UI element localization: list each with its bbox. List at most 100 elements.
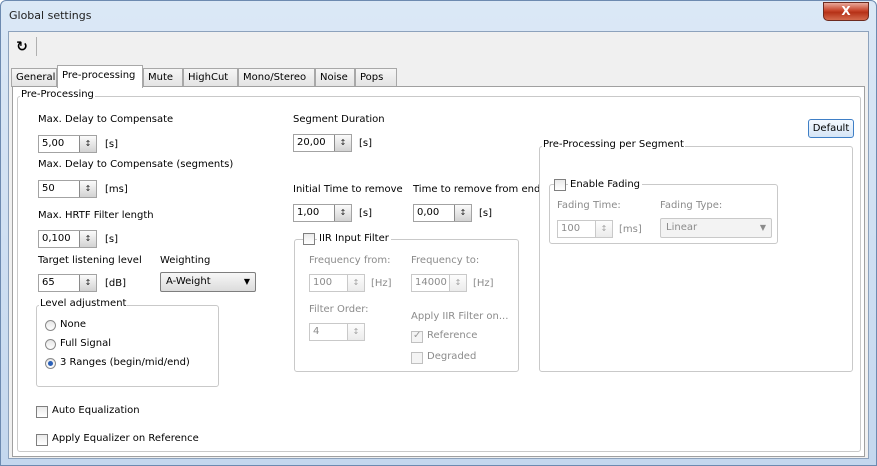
tab-noise[interactable]: Noise	[315, 68, 355, 87]
tab-highcut[interactable]: HighCut	[183, 68, 238, 87]
hrtf-unit: [s]	[105, 234, 119, 245]
apply-equalizer-label: Apply Equalizer on Reference	[52, 433, 199, 444]
toolbar-separator	[36, 37, 37, 56]
radio-none[interactable]	[45, 320, 56, 331]
radio-full-signal-label: Full Signal	[60, 338, 111, 349]
hrtf-label: Max. HRTF Filter length	[38, 210, 154, 221]
auto-equalization-checkbox[interactable]	[36, 406, 48, 418]
radio-3-ranges[interactable]	[45, 358, 56, 369]
fading-time-label: Fading Time:	[557, 200, 621, 211]
tab-pops[interactable]: Pops	[355, 68, 397, 87]
refresh-icon[interactable]: ↻	[13, 38, 31, 56]
filter-order-input[interactable]: 4 ↕	[309, 323, 365, 341]
weighting-dropdown[interactable]: A-Weight ▼	[160, 272, 256, 292]
target-level-label: Target listening level	[38, 255, 142, 266]
frequency-to-input[interactable]: 14000 ↕	[411, 274, 467, 292]
frequency-from-unit: [Hz]	[371, 278, 392, 289]
radio-full-signal[interactable]	[45, 339, 56, 350]
initial-time-label: Initial Time to remove	[293, 184, 403, 195]
degraded-checkbox[interactable]	[411, 352, 423, 364]
time-end-value: 0,00	[417, 207, 440, 218]
segment-duration-unit: [s]	[359, 138, 373, 149]
fading-time-unit: [ms]	[619, 224, 642, 235]
degraded-label: Degraded	[427, 351, 477, 362]
frequency-to-label: Frequency to:	[411, 255, 480, 266]
time-end-input[interactable]: 0,00 ↕	[413, 204, 472, 222]
toolbar: ↻	[9, 32, 868, 62]
spin-arrows-icon[interactable]: ↕	[79, 275, 96, 291]
spin-arrows-icon[interactable]: ↕	[449, 275, 466, 291]
pre-processing-panel: Pre-Processing Max. Delay to Compensate …	[12, 86, 865, 457]
fading-time-value: 100	[561, 223, 581, 234]
max-delay-segments-value: 50	[42, 183, 55, 194]
time-end-label: Time to remove from end	[413, 184, 541, 195]
max-delay-label: Max. Delay to Compensate	[38, 114, 174, 125]
weighting-value: A-Weight	[166, 276, 211, 287]
window-title: Global settings	[9, 9, 92, 22]
max-delay-input[interactable]: 5,00 ↕	[38, 135, 97, 153]
spin-arrows-icon[interactable]: ↕	[79, 231, 96, 247]
radio-none-label: None	[60, 319, 87, 330]
frequency-from-label: Frequency from:	[309, 255, 391, 266]
default-button[interactable]: Default	[808, 119, 854, 138]
spin-arrows-icon[interactable]: ↕	[595, 221, 612, 237]
filter-order-value: 4	[313, 326, 320, 337]
per-segment-title: Pre-Processing per Segment	[542, 139, 685, 150]
filter-order-label: Filter Order:	[309, 304, 369, 315]
tab-mute[interactable]: Mute	[143, 68, 183, 87]
tab-general[interactable]: General	[11, 68, 57, 87]
max-delay-segments-input[interactable]: 50 ↕	[38, 180, 97, 198]
fading-type-label: Fading Type:	[660, 200, 723, 211]
level-adjustment-title: Level adjustment	[39, 298, 128, 309]
initial-time-input[interactable]: 1,00 ↕	[293, 204, 352, 222]
spin-arrows-icon[interactable]: ↕	[334, 135, 351, 151]
segment-duration-label: Segment Duration	[293, 114, 385, 125]
tab-pre-processing[interactable]: Pre-processing	[57, 65, 143, 88]
fading-time-input[interactable]: 100 ↕	[557, 220, 613, 238]
max-delay-unit: [s]	[105, 139, 119, 150]
fading-type-value: Linear	[666, 222, 698, 233]
spin-arrows-icon[interactable]: ↕	[334, 205, 351, 221]
auto-equalization-label: Auto Equalization	[52, 405, 140, 416]
radio-3-ranges-label: 3 Ranges (begin/mid/end)	[60, 357, 190, 368]
spin-arrows-icon[interactable]: ↕	[347, 324, 364, 340]
max-delay-segments-label: Max. Delay to Compensate (segments)	[38, 159, 234, 170]
dropdown-arrow-icon: ▼	[243, 277, 250, 286]
target-level-input[interactable]: 65 ↕	[38, 274, 97, 292]
iir-filter-checkbox[interactable]	[303, 233, 315, 245]
spin-arrows-icon[interactable]: ↕	[347, 275, 364, 291]
fading-type-dropdown[interactable]: Linear ▼	[660, 218, 772, 238]
frequency-from-input[interactable]: 100 ↕	[309, 274, 365, 292]
hrtf-value: 0,100	[42, 233, 71, 244]
apply-iir-label: Apply IIR Filter on...	[411, 311, 509, 322]
settings-window: Global settings X ↻ General Pre-processi…	[0, 0, 877, 466]
weighting-label: Weighting	[160, 255, 211, 266]
reference-label: Reference	[427, 330, 478, 341]
spin-arrows-icon[interactable]: ↕	[454, 205, 471, 221]
max-delay-value: 5,00	[42, 138, 65, 149]
segment-duration-value: 20,00	[297, 137, 326, 148]
close-button[interactable]: X	[823, 2, 869, 21]
reference-checkbox[interactable]	[411, 330, 423, 343]
tab-mono-stereo[interactable]: Mono/Stereo	[238, 68, 315, 87]
spin-arrows-icon[interactable]: ↕	[79, 181, 96, 197]
target-level-unit: [dB]	[105, 278, 127, 289]
apply-equalizer-checkbox[interactable]	[36, 434, 48, 446]
max-delay-segments-unit: [ms]	[105, 184, 128, 195]
enable-fading-checkbox[interactable]	[554, 179, 566, 191]
initial-time-value: 1,00	[297, 207, 320, 218]
segment-duration-input[interactable]: 20,00 ↕	[293, 134, 352, 152]
pre-processing-group-title: Pre-Processing	[20, 89, 95, 100]
frequency-to-value: 14000	[415, 277, 447, 288]
frequency-to-unit: [Hz]	[473, 278, 494, 289]
initial-time-unit: [s]	[359, 208, 373, 219]
target-level-value: 65	[42, 277, 55, 288]
enable-fading-title: Enable Fading	[568, 179, 643, 190]
dropdown-arrow-icon: ▼	[759, 223, 766, 232]
title-bar[interactable]: Global settings X	[1, 1, 876, 31]
frequency-from-value: 100	[313, 277, 333, 288]
client-area: ↻ General Pre-processing Mute HighCut Mo…	[8, 31, 869, 459]
iir-filter-title: IIR Input Filter	[317, 233, 391, 244]
spin-arrows-icon[interactable]: ↕	[79, 136, 96, 152]
hrtf-input[interactable]: 0,100 ↕	[38, 230, 97, 248]
